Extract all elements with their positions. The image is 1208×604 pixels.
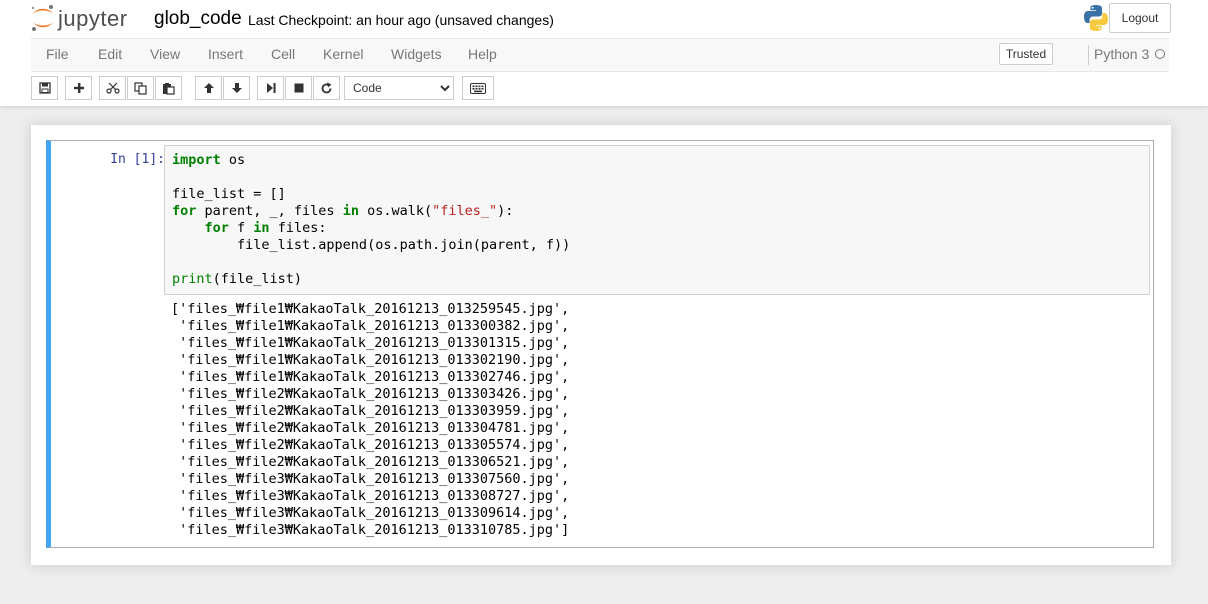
menu-cell[interactable]: Cell [271, 46, 295, 62]
output-line: ['files_₩file1₩KakaoTalk_20161213_013259… [171, 301, 570, 317]
restart-kernel-button[interactable] [313, 76, 340, 100]
code-token: in [342, 203, 359, 219]
code-token: parent, _, files [196, 203, 343, 219]
output-line: 'files_₩file3₩KakaoTalk_20161213_0133087… [171, 488, 570, 504]
save-icon [38, 82, 51, 94]
code-token: import [172, 152, 221, 168]
save-button[interactable] [31, 76, 58, 100]
arrow-up-icon [203, 83, 214, 93]
menu-edit[interactable]: Edit [98, 46, 122, 62]
scissors-icon [105, 82, 120, 94]
menu-widgets[interactable]: Widgets [391, 46, 442, 62]
menu-view[interactable]: View [150, 46, 180, 62]
command-palette-button[interactable] [462, 76, 494, 100]
toolbar: Code [31, 76, 1171, 102]
move-cell-up-button[interactable] [195, 76, 222, 100]
output-line: 'files_₩file3₩KakaoTalk_20161213_0133096… [171, 505, 570, 521]
cell-type-select[interactable]: Code [344, 76, 454, 100]
notebook-page: In [1]: import os file_list = [] for paren… [31, 125, 1171, 565]
code-token: os [220, 152, 246, 168]
code-token: os.walk( [358, 203, 433, 219]
code-line: for f in files: [172, 220, 327, 237]
kernel-idle-icon [1155, 49, 1165, 59]
menubar-divider [1088, 45, 1089, 65]
code-token: print [172, 271, 213, 287]
menu-kernel[interactable]: Kernel [323, 46, 363, 62]
code-token: for [172, 203, 197, 219]
stop-icon [294, 83, 303, 93]
code-token: file_list.append(os.path.join(parent, f)… [172, 237, 571, 253]
run-cell-button[interactable] [257, 76, 284, 100]
jupyter-logo-icon [31, 5, 53, 31]
menubar: File Edit View Insert Cell Kernel Widget… [31, 38, 1169, 72]
output-line: 'files_₩file1₩KakaoTalk_20161213_0133003… [171, 318, 570, 334]
code-cell[interactable]: In [1]: import os file_list = [] for paren… [46, 140, 1154, 548]
code-line: import os [172, 152, 245, 169]
output-line: 'files_₩file1₩KakaoTalk_20161213_0133013… [171, 335, 570, 351]
copy-icon [134, 81, 147, 95]
code-token: ): [497, 203, 514, 219]
paste-icon [163, 82, 175, 95]
logo-text: jupyter [58, 6, 128, 31]
output-line: 'files_₩file3₩KakaoTalk_20161213_0133107… [171, 522, 570, 538]
notebook-name[interactable]: glob_code [154, 8, 242, 30]
cell-output: ['files_₩file1₩KakaoTalk_20161213_013259… [164, 299, 1150, 539]
move-cell-down-button[interactable] [223, 76, 250, 100]
code-editor[interactable]: import os file_list = [] for parent, _, fi… [164, 145, 1150, 295]
output-line: 'files_₩file1₩KakaoTalk_20161213_0133021… [171, 352, 570, 368]
copy-button[interactable] [127, 76, 154, 100]
code-line: for parent, _, files in os.walk("files_"… [172, 203, 513, 220]
output-line: 'files_₩file2₩KakaoTalk_20161213_0133047… [171, 420, 570, 436]
code-token: for [204, 220, 229, 236]
header: jupyter glob_code Last Checkpoint: an ho… [0, 0, 1208, 106]
title-row: jupyter glob_code Last Checkpoint: an ho… [0, 0, 1208, 38]
cut-button[interactable] [99, 76, 126, 100]
checkpoint-status: Last Checkpoint: an hour ago (unsaved ch… [248, 12, 554, 28]
menu-help[interactable]: Help [468, 46, 497, 62]
code-token: files: [269, 220, 327, 236]
code-token: "files_" [432, 203, 498, 219]
code-line: file_list = [] [172, 186, 286, 203]
code-line: print(file_list) [172, 271, 302, 288]
output-line: 'files_₩file2₩KakaoTalk_20161213_0133055… [171, 437, 570, 453]
output-line: 'files_₩file2₩KakaoTalk_20161213_0133065… [171, 454, 570, 470]
output-line: 'files_₩file1₩KakaoTalk_20161213_0133027… [171, 369, 570, 385]
logout-button[interactable]: Logout [1109, 3, 1171, 33]
python-logo-icon [1084, 5, 1108, 31]
output-line: 'files_₩file2₩KakaoTalk_20161213_0133034… [171, 386, 570, 402]
menu-file[interactable]: File [46, 46, 69, 62]
restart-icon [321, 82, 332, 93]
keyboard-icon [470, 82, 486, 94]
code-line: file_list.append(os.path.join(parent, f)… [172, 237, 570, 254]
output-line: 'files_₩file2₩KakaoTalk_20161213_0133039… [171, 403, 570, 419]
step-forward-icon [266, 83, 275, 93]
input-prompt: In [1]: [110, 152, 165, 167]
paste-button[interactable] [155, 76, 182, 100]
interrupt-kernel-button[interactable] [285, 76, 312, 100]
menu-insert[interactable]: Insert [208, 46, 243, 62]
trusted-indicator[interactable]: Trusted [999, 43, 1053, 65]
jupyter-logo[interactable]: jupyter [30, 3, 142, 33]
arrow-down-icon [231, 83, 242, 93]
code-token: (file_list) [212, 271, 303, 287]
code-token: f [228, 220, 254, 236]
kernel-name[interactable]: Python 3 [1094, 46, 1149, 62]
code-token: in [253, 220, 270, 236]
output-line: 'files_₩file3₩KakaoTalk_20161213_0133075… [171, 471, 570, 487]
code-token: file_list = [] [172, 186, 286, 202]
insert-cell-button[interactable] [65, 76, 92, 100]
plus-icon [73, 83, 84, 93]
